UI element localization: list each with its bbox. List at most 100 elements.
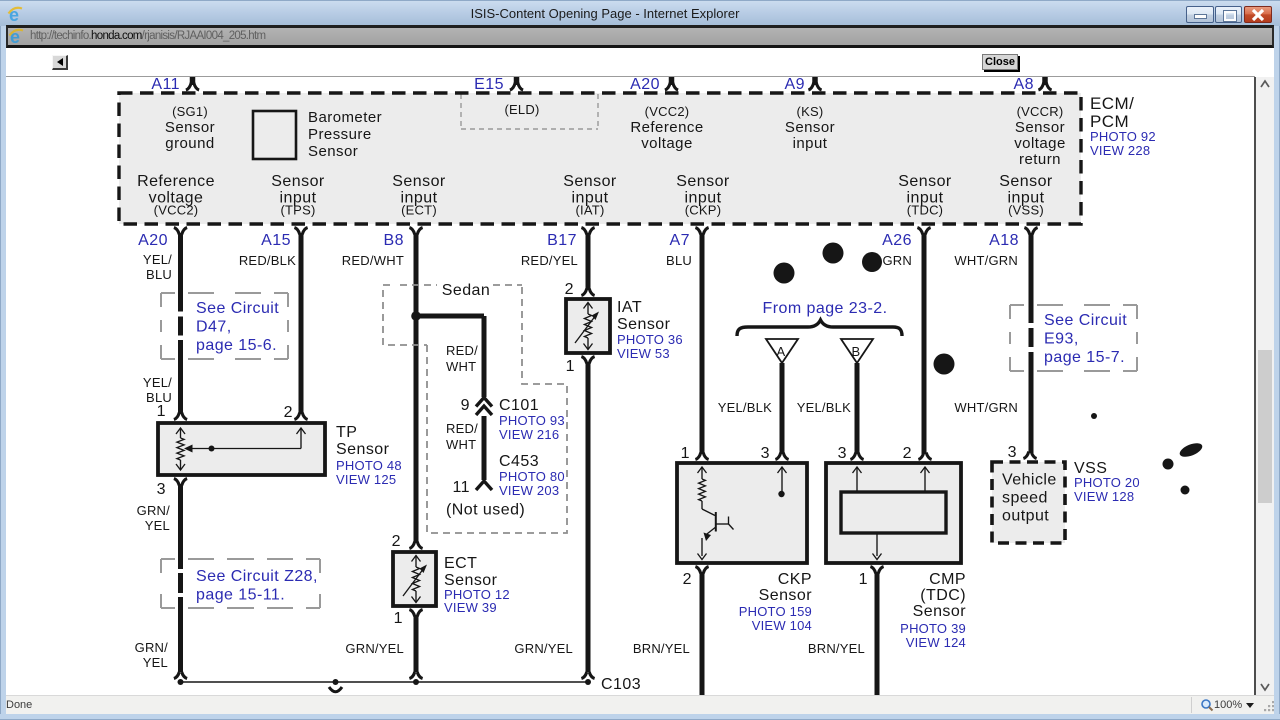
svg-text:PHOTO 159: PHOTO 159	[739, 604, 812, 619]
svg-text:voltage: voltage	[1014, 135, 1066, 152]
svg-text:WHT/GRN: WHT/GRN	[954, 253, 1018, 268]
svg-text:BLU: BLU	[146, 267, 172, 282]
svg-text:D47,: D47,	[196, 319, 232, 336]
svg-text:RED/YEL: RED/YEL	[521, 253, 578, 268]
svg-text:Sensor: Sensor	[563, 173, 617, 190]
svg-text:CKP: CKP	[778, 571, 812, 588]
svg-text:Sensor: Sensor	[336, 441, 390, 458]
svg-text:GRN/YEL: GRN/YEL	[514, 641, 573, 656]
svg-text:Sensor: Sensor	[913, 603, 967, 620]
svg-text:1: 1	[681, 445, 690, 462]
svg-text:RED/: RED/	[446, 343, 478, 358]
svg-text:From page 23-2.: From page 23-2.	[762, 300, 887, 317]
svg-text:Sensor: Sensor	[617, 316, 671, 333]
svg-text:PHOTO 92: PHOTO 92	[1090, 129, 1156, 144]
svg-text:2: 2	[565, 281, 574, 298]
svg-text:BRN/YEL: BRN/YEL	[633, 641, 690, 656]
svg-text:PHOTO 80: PHOTO 80	[499, 469, 565, 484]
svg-text:11: 11	[452, 479, 470, 496]
svg-text:YEL/BLK: YEL/BLK	[797, 400, 851, 415]
svg-text:page 15-11.: page 15-11.	[196, 587, 285, 604]
svg-text:Reference: Reference	[630, 119, 703, 136]
svg-text:TP: TP	[336, 424, 357, 441]
svg-text:2: 2	[903, 445, 912, 462]
svg-text:(ELD): (ELD)	[504, 102, 539, 117]
svg-text:A20: A20	[630, 76, 660, 93]
svg-text:(VCC2): (VCC2)	[154, 203, 199, 218]
svg-text:(ECT): (ECT)	[401, 203, 437, 218]
svg-text:VIEW 53: VIEW 53	[617, 346, 670, 361]
svg-text:See Circuit: See Circuit	[1044, 312, 1127, 329]
svg-text:2: 2	[683, 571, 692, 588]
svg-text:page 15-7.: page 15-7.	[1044, 349, 1125, 366]
svg-text:speed: speed	[1002, 490, 1048, 507]
svg-text:(TDC): (TDC)	[920, 587, 966, 604]
svg-text:GRN/YEL: GRN/YEL	[345, 641, 404, 656]
svg-text:WHT: WHT	[446, 437, 476, 452]
svg-text:(KS): (KS)	[797, 104, 824, 119]
svg-text:YEL: YEL	[145, 518, 170, 533]
svg-text:(TDC): (TDC)	[907, 203, 943, 218]
svg-text:BLU: BLU	[666, 253, 692, 268]
svg-text:(SG1): (SG1)	[172, 104, 208, 119]
svg-text:Sensor: Sensor	[759, 587, 813, 604]
svg-text:Reference: Reference	[137, 173, 215, 190]
svg-text:return: return	[1019, 151, 1061, 168]
svg-text:(VCCR): (VCCR)	[1017, 104, 1064, 119]
svg-text:Sensor: Sensor	[165, 119, 215, 136]
svg-text:2: 2	[392, 533, 401, 550]
svg-text:VIEW 203: VIEW 203	[499, 483, 559, 498]
svg-text:A26: A26	[882, 232, 912, 249]
svg-text:GRN/: GRN/	[135, 640, 169, 655]
svg-text:input: input	[793, 135, 828, 152]
svg-text:GRN/: GRN/	[137, 503, 171, 518]
svg-text:3: 3	[761, 445, 770, 462]
svg-text:RED/WHT: RED/WHT	[342, 253, 404, 268]
svg-text:B17: B17	[547, 232, 577, 249]
svg-text:B: B	[852, 344, 861, 359]
svg-text:1: 1	[566, 358, 575, 375]
svg-text:output: output	[1002, 508, 1049, 525]
svg-text:VIEW 39: VIEW 39	[444, 600, 497, 615]
svg-text:Sensor: Sensor	[271, 173, 325, 190]
svg-text:Pressure: Pressure	[308, 126, 372, 143]
svg-text:Sensor: Sensor	[1015, 119, 1065, 136]
svg-text:2: 2	[284, 404, 293, 421]
svg-text:IAT: IAT	[617, 299, 642, 316]
svg-text:Sensor: Sensor	[676, 173, 730, 190]
svg-text:PHOTO 20: PHOTO 20	[1074, 475, 1140, 490]
svg-text:(VSS): (VSS)	[1008, 203, 1044, 218]
svg-text:RED/BLK: RED/BLK	[239, 253, 296, 268]
svg-text:PHOTO 36: PHOTO 36	[617, 332, 683, 347]
svg-text:Sensor: Sensor	[785, 119, 835, 136]
svg-text:Sensor: Sensor	[999, 173, 1053, 190]
svg-text:A8: A8	[1014, 76, 1034, 93]
svg-text:A7: A7	[670, 232, 690, 249]
svg-text:1: 1	[394, 610, 403, 627]
svg-text:(TPS): (TPS)	[280, 203, 315, 218]
svg-text:A18: A18	[989, 232, 1019, 249]
svg-text:VIEW 124: VIEW 124	[906, 635, 966, 650]
svg-text:1: 1	[859, 571, 868, 588]
svg-text:9: 9	[461, 397, 470, 414]
svg-text:YEL/: YEL/	[143, 252, 172, 267]
svg-text:A9: A9	[785, 76, 805, 93]
svg-text:YEL/BLK: YEL/BLK	[718, 400, 772, 415]
svg-text:A11: A11	[151, 76, 180, 93]
svg-text:Vehicle: Vehicle	[1002, 472, 1057, 489]
svg-text:(Not used): (Not used)	[446, 502, 525, 519]
svg-text:B8: B8	[384, 232, 404, 249]
svg-text:GRN: GRN	[882, 253, 912, 268]
svg-text:ECM/: ECM/	[1090, 94, 1134, 113]
svg-text:voltage: voltage	[641, 135, 693, 152]
svg-text:CMP: CMP	[929, 571, 966, 588]
svg-text:(CKP): (CKP)	[685, 203, 722, 218]
svg-text:See Circuit: See Circuit	[196, 300, 279, 317]
svg-text:VIEW 125: VIEW 125	[336, 472, 396, 487]
svg-text:Sedan: Sedan	[442, 282, 491, 299]
svg-text:PHOTO 48: PHOTO 48	[336, 458, 402, 473]
svg-text:Barometer: Barometer	[308, 109, 382, 126]
svg-text:YEL: YEL	[143, 655, 168, 670]
svg-text:Sensor: Sensor	[898, 173, 952, 190]
svg-text:C101: C101	[499, 397, 539, 414]
